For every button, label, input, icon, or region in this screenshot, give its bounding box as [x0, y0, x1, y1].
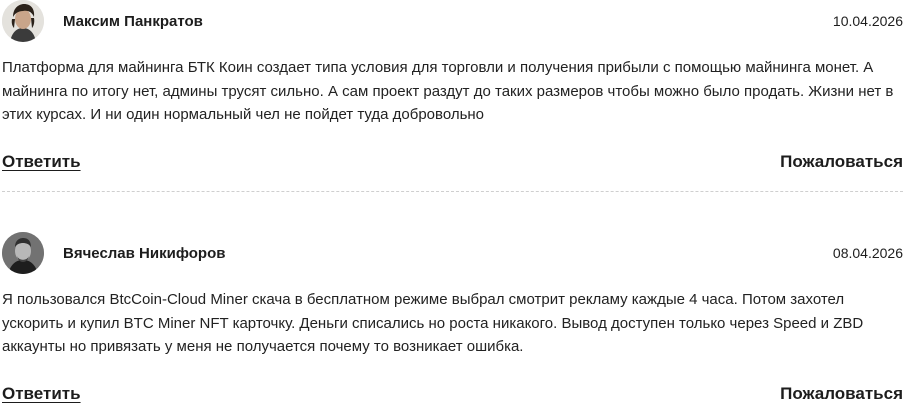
comment-author: Максим Панкратов	[63, 13, 203, 30]
user-avatar-icon	[2, 0, 44, 42]
comment-header: Максим Панкратов 10.04.2026	[0, 0, 905, 44]
report-link[interactable]: Пожаловаться	[780, 152, 903, 172]
comment-text: Я пользовался BtcCoin-Cloud Miner скача …	[2, 291, 864, 355]
comment-date: 08.04.2026	[832, 245, 903, 261]
comment-text: Платформа для майнинга БТК Коин создает …	[2, 59, 894, 123]
reply-link[interactable]: Ответить	[2, 152, 81, 172]
report-link[interactable]: Пожаловаться	[780, 384, 903, 404]
avatar	[2, 232, 44, 274]
comment-item: Максим Панкратов 10.04.2026 Платформа дл…	[0, 0, 905, 192]
comment-date: 10.04.2026	[832, 13, 903, 29]
comment-actions: Ответить Пожаловаться	[2, 384, 903, 408]
comment-author: Вячеслав Никифоров	[63, 245, 226, 262]
reply-link[interactable]: Ответить	[2, 384, 81, 404]
comment-header: Вячеслав Никифоров 08.04.2026	[0, 232, 905, 276]
comment-actions: Ответить Пожаловаться	[2, 152, 903, 176]
user-avatar-icon	[2, 232, 44, 274]
avatar	[2, 0, 44, 42]
comment-item: Вячеслав Никифоров 08.04.2026 Я пользова…	[0, 232, 905, 403]
divider	[2, 191, 903, 192]
